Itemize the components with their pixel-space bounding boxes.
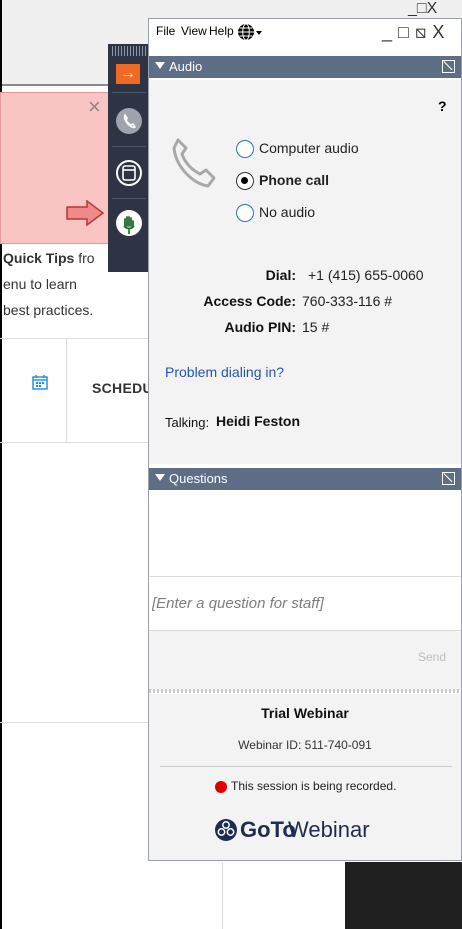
collapse-triangle-icon[interactable] (155, 474, 165, 481)
quick-tips-close-icon[interactable]: × (88, 96, 101, 118)
resize-grip[interactable] (149, 689, 461, 693)
gotowebinar-logo-icon (215, 819, 237, 841)
webinar-id: Webinar ID: 511-740-091 (238, 738, 372, 752)
audio-section-header[interactable]: Audio (149, 56, 461, 78)
quick-tips-text: Quick Tips fro (3, 250, 95, 266)
divider (0, 722, 148, 723)
send-button[interactable]: Send (418, 650, 446, 664)
audio-pin-value: 15 # (302, 319, 330, 335)
talking-name: Heidi Feston (216, 413, 301, 429)
language-globe-icon[interactable] (237, 22, 263, 42)
access-code-value: 760-333-116 # (302, 293, 393, 309)
problem-dialing-link[interactable]: Problem dialing in? (165, 364, 284, 380)
dial-number: +1 (415) 655-0060 (308, 267, 424, 283)
questions-log (149, 490, 461, 577)
send-area (149, 630, 461, 691)
toolbar-divider (112, 92, 146, 93)
divider (66, 339, 67, 443)
toolbar-divider (112, 146, 146, 147)
no-audio-label: No audio (259, 204, 316, 220)
questions-section-header[interactable]: Questions (149, 468, 461, 490)
radio-phone-call[interactable] (236, 172, 254, 190)
background-dark-panel (345, 862, 462, 929)
access-code-label: Access Code: (203, 293, 296, 309)
phone-icon[interactable] (116, 108, 142, 134)
popout-icon[interactable] (442, 60, 455, 73)
phone-handset-icon (172, 138, 216, 188)
audio-section-label: Audio (169, 59, 203, 74)
schedule-tab[interactable]: SCHEDU (92, 380, 153, 396)
questions-section-label: Questions (169, 471, 228, 486)
menu-help[interactable]: Help (209, 24, 234, 38)
recording-icon (215, 781, 227, 793)
radio-no-audio[interactable] (236, 204, 254, 222)
screen-viewer-icon[interactable] (116, 160, 142, 186)
pointer-arrow-icon (66, 200, 104, 226)
toolbar-divider (112, 198, 146, 199)
divider (222, 862, 223, 929)
quick-tips-text-line2: enu to learn (3, 276, 77, 292)
background-window-controls: _□X (408, 0, 438, 17)
talking-label: Talking: (165, 415, 210, 430)
webinar-title: Trial Webinar (261, 705, 349, 721)
collapse-triangle-icon[interactable] (155, 62, 165, 69)
raise-hand-icon[interactable] (116, 210, 142, 236)
divider (0, 442, 148, 443)
divider (0, 338, 148, 339)
footer-divider (160, 766, 452, 767)
help-icon[interactable]: ? (438, 98, 447, 114)
expand-panel-arrow-icon[interactable]: → (116, 64, 140, 84)
window-controls[interactable]: _□⧅X (382, 22, 450, 43)
question-input[interactable] (149, 577, 461, 629)
audio-pin-label: Audio PIN: (224, 319, 296, 335)
toolbar-grip[interactable] (112, 46, 146, 56)
calendar-icon (32, 375, 48, 390)
menu-view[interactable]: View (181, 24, 207, 38)
popout-icon[interactable] (442, 472, 455, 485)
phone-call-label: Phone call (259, 172, 330, 188)
dial-label: Dial: (265, 267, 296, 283)
recording-notice: This session is being recorded. (231, 779, 397, 793)
logo-webinar: Webinar (288, 817, 370, 842)
quick-tips-text-line3: best practices. (3, 302, 94, 318)
computer-audio-label: Computer audio (259, 140, 359, 156)
menu-file[interactable]: File (156, 24, 175, 38)
radio-computer-audio[interactable] (236, 140, 254, 158)
